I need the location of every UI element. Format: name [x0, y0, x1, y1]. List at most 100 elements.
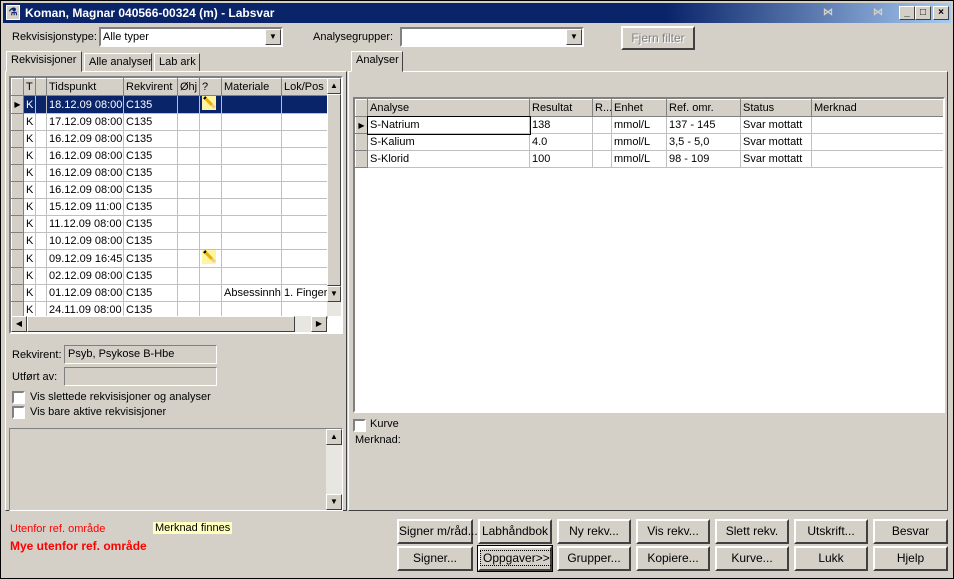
- vis-aktive-label[interactable]: Vis bare aktive rekvisisjoner: [30, 406, 166, 418]
- minimize-icon: _: [904, 7, 910, 18]
- column-header-blank[interactable]: [35, 78, 47, 96]
- requisition-row[interactable]: K 02.12.09 08:00 C135: [11, 267, 328, 285]
- utskrift-button[interactable]: Utskrift...: [794, 519, 868, 544]
- vis-rekv-button[interactable]: Vis rekv...: [636, 519, 710, 544]
- memo-vscrollbar[interactable]: ▲ ▼: [326, 429, 342, 510]
- requisition-row[interactable]: ▶ K 18.12.09 08:00 C135: [11, 95, 328, 114]
- fjern-filter-button[interactable]: Fjern filter: [621, 26, 695, 50]
- legend-utenfor: Utenfor ref. område: [10, 523, 106, 535]
- cell-r: [592, 133, 612, 151]
- column-header-t[interactable]: T: [23, 78, 36, 96]
- tab-analyser[interactable]: Analyser: [351, 51, 403, 72]
- requisition-row[interactable]: K 09.12.09 16:45 C135: [11, 249, 328, 268]
- analysis-row[interactable]: S-Kalium 4.0 mmol/L 3,5 - 5,0 Svar mottatt: [355, 133, 943, 151]
- row-indicator: [11, 232, 24, 250]
- cell-materiale: [221, 164, 282, 182]
- column-header-status[interactable]: Status: [740, 99, 812, 117]
- comment-memo[interactable]: ▲ ▼: [9, 428, 343, 511]
- requisition-row[interactable]: K 16.12.09 08:00 C135: [11, 130, 328, 148]
- requisition-row[interactable]: K 16.12.09 08:00 C135: [11, 181, 328, 199]
- column-header-analyse[interactable]: Analyse: [367, 99, 530, 117]
- column-header-note[interactable]: ?: [199, 78, 222, 96]
- close-button[interactable]: ×: [933, 6, 949, 20]
- hjelp-button[interactable]: Hjelp: [873, 546, 948, 571]
- chevron-down-icon[interactable]: ▼: [265, 29, 281, 45]
- row-indicator: [11, 130, 24, 148]
- kurve-label[interactable]: Kurve: [370, 418, 399, 430]
- column-header-lok-pos[interactable]: Lok/Pos: [281, 78, 328, 96]
- grupper-button[interactable]: Grupper...: [557, 546, 631, 571]
- slett-rekv-button[interactable]: Slett rekv.: [715, 519, 789, 544]
- column-header-rekvirent[interactable]: Rekvirent: [123, 78, 178, 96]
- vis-slettede-label[interactable]: Vis slettede rekvisisjoner og analyser: [30, 391, 211, 403]
- analysis-row[interactable]: S-Klorid 100 mmol/L 98 - 109 Svar mottatt: [355, 150, 943, 168]
- cell-materiale: [221, 215, 282, 233]
- cell-analyse: S-Kalium: [367, 133, 530, 151]
- tab-lab-ark[interactable]: Lab ark: [154, 53, 200, 72]
- column-header-resultat[interactable]: Resultat: [529, 99, 593, 117]
- oppgaver-button[interactable]: Oppgaver>>: [477, 545, 553, 572]
- labhandbok-button[interactable]: Labhåndbok: [478, 519, 552, 544]
- requisition-row[interactable]: K 17.12.09 08:00 C135: [11, 113, 328, 131]
- analysis-row[interactable]: ▶ S-Natrium 138 mmol/L 137 - 145 Svar mottatt: [355, 115, 943, 135]
- column-header-tidspunkt[interactable]: Tidspunkt: [46, 78, 124, 96]
- requisition-row[interactable]: K 01.12.09 08:00C135 Absessinnhold1. Finge…: [11, 284, 328, 302]
- kurve-button[interactable]: Kurve...: [715, 546, 789, 571]
- cell-tidspunkt: 11.12.09 08:00: [46, 215, 124, 233]
- scroll-up-icon[interactable]: ▲: [326, 429, 342, 445]
- row-indicator: [11, 267, 24, 285]
- row-indicator: [355, 133, 368, 151]
- cell-lok-pos: [281, 249, 328, 268]
- requisitions-vscrollbar[interactable]: ▲ ▼: [327, 78, 341, 316]
- column-header-r[interactable]: R...: [592, 99, 612, 117]
- scroll-right-icon[interactable]: ▶: [311, 316, 327, 332]
- vis-aktive-checkbox[interactable]: [12, 406, 25, 419]
- requisition-row[interactable]: K 16.12.09 08:00 C135: [11, 147, 328, 165]
- requisition-row[interactable]: K 10.12.09 08:00 C135: [11, 232, 328, 250]
- minimize-button[interactable]: _: [899, 6, 915, 20]
- requisition-row[interactable]: K 16.12.09 08:00 C135: [11, 164, 328, 182]
- cell-lok-pos: [281, 164, 328, 182]
- scroll-left-icon[interactable]: ◀: [11, 316, 27, 332]
- column-header-materiale[interactable]: Materiale: [221, 78, 282, 96]
- cell-lok-pos: [281, 130, 328, 148]
- lukk-button[interactable]: Lukk: [794, 546, 868, 571]
- row-indicator: [11, 215, 24, 233]
- besvar-button[interactable]: Besvar: [873, 519, 948, 544]
- column-header-enhet[interactable]: Enhet: [611, 99, 667, 117]
- scroll-down-icon[interactable]: ▼: [326, 494, 342, 510]
- cell-note: [199, 147, 222, 165]
- scroll-down-icon[interactable]: ▼: [327, 286, 341, 302]
- ny-rekv-button[interactable]: Ny rekv...: [557, 519, 631, 544]
- analysegrupper-select[interactable]: ▼: [400, 27, 584, 47]
- kurve-checkbox[interactable]: [353, 419, 366, 432]
- requisition-row[interactable]: K 15.12.09 11:00 C135: [11, 198, 328, 216]
- column-header-ref-omr[interactable]: Ref. omr.: [666, 99, 741, 117]
- tab-rekvisisjoner[interactable]: Rekvisisjoner: [6, 51, 82, 72]
- signer-med-rad-button[interactable]: Signer m/råd...: [397, 519, 478, 544]
- signer-button[interactable]: Signer...: [397, 546, 473, 571]
- scroll-thumb[interactable]: [27, 316, 295, 332]
- maximize-button[interactable]: □: [915, 6, 931, 20]
- requisitions-hscrollbar[interactable]: ◀ ▶: [11, 316, 327, 332]
- cell-rekvirent: C135: [123, 249, 178, 268]
- tab-alle-analyser[interactable]: Alle analyser: [84, 53, 152, 72]
- title-bar[interactable]: ⚗ Koman, Magnar 040566-00324 (m) - Labsv…: [3, 3, 951, 23]
- chevron-down-icon[interactable]: ▼: [566, 29, 582, 45]
- column-header-ohj[interactable]: Øhj: [177, 78, 200, 96]
- scroll-up-icon[interactable]: ▲: [327, 78, 341, 94]
- scroll-thumb[interactable]: [327, 94, 341, 286]
- requisition-row[interactable]: K 11.12.09 08:00 C135: [11, 215, 328, 233]
- cell-note: [199, 130, 222, 148]
- cell-materiale: [221, 130, 282, 148]
- rekvisisjonstype-select[interactable]: Alle typer ▼: [99, 27, 283, 47]
- cell-ohj: [177, 267, 200, 285]
- row-indicator: [11, 164, 24, 182]
- column-header-merknad[interactable]: Merknad: [811, 99, 943, 117]
- cell-flag: [35, 284, 47, 302]
- vis-slettede-checkbox[interactable]: [12, 391, 25, 404]
- kopiere-button[interactable]: Kopiere...: [636, 546, 710, 571]
- cell-rekvirent: C135: [123, 113, 178, 131]
- cell-note: [199, 249, 222, 268]
- cell-flag: [35, 95, 47, 114]
